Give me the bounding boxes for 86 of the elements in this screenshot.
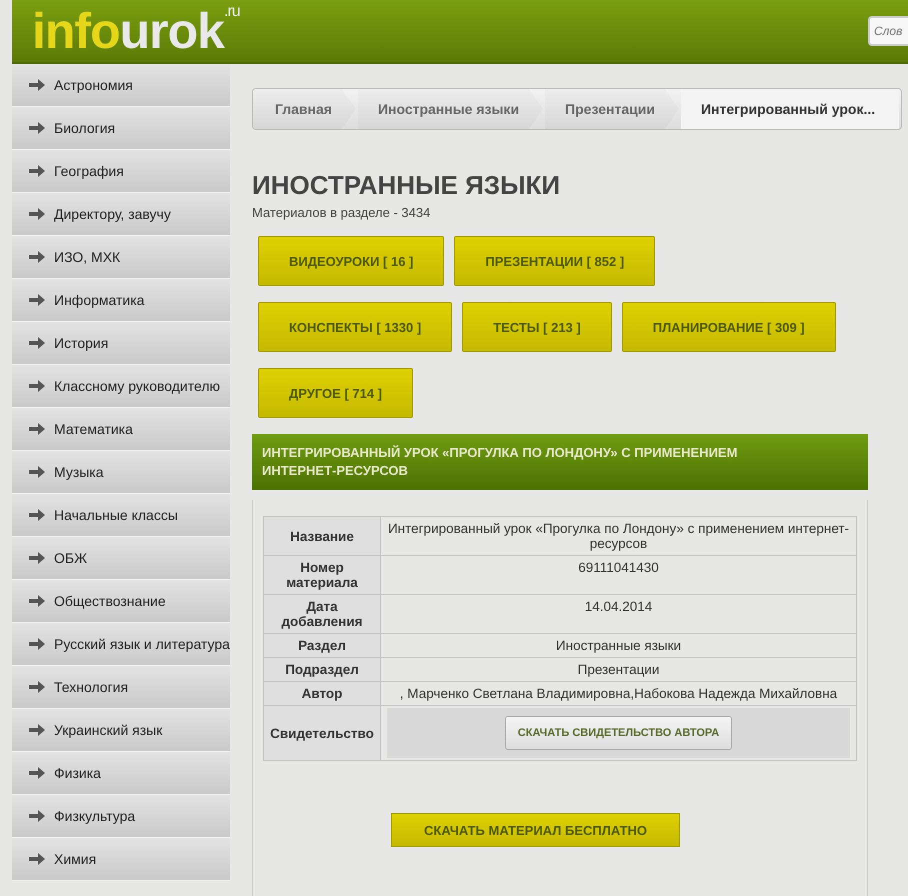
field-label: Название	[264, 516, 380, 556]
sidebar-item[interactable]: Директору, завучу	[12, 193, 230, 236]
category-button[interactable]: ВИДЕОУРОКИ [ 16 ]	[258, 236, 444, 286]
sidebar-item-label: ОБЖ	[54, 550, 88, 566]
sidebar-item[interactable]: Классному руководителю	[12, 365, 230, 408]
arrow-icon	[28, 337, 46, 349]
arrow-icon	[28, 595, 46, 607]
sidebar-item-label: Обществознание	[54, 593, 166, 609]
field-value: Презентации	[380, 658, 856, 682]
field-label: Дата добавления	[264, 594, 380, 634]
arrow-icon	[28, 165, 46, 177]
arrow-icon	[28, 810, 46, 822]
arrow-icon	[28, 638, 46, 650]
sidebar-item[interactable]: Украинский язык	[12, 709, 230, 752]
sidebar-item[interactable]: Физика	[12, 752, 230, 795]
arrow-icon	[28, 724, 46, 736]
breadcrumb-link[interactable]: Главная	[253, 89, 356, 129]
sidebar-item[interactable]: Химия	[12, 838, 230, 881]
field-label: Подраздел	[264, 658, 380, 682]
arrow-icon	[28, 466, 46, 478]
sidebar-item[interactable]: История	[12, 322, 230, 365]
sidebar-item-label: Технология	[54, 679, 128, 695]
sidebar-item[interactable]: Астрономия	[12, 64, 230, 107]
arrow-icon	[28, 423, 46, 435]
arrow-icon	[28, 509, 46, 521]
field-value: Интегрированный урок «Прогулка по Лондону» с применением интернет-ресурсов	[380, 516, 856, 556]
category-button[interactable]: ПЛАНИРОВАНИЕ [ 309 ]	[622, 302, 836, 352]
sidebar-item-label: Математика	[54, 421, 133, 437]
arrow-icon	[28, 294, 46, 306]
arrow-icon	[28, 380, 46, 392]
field-label: Номер материала	[264, 556, 380, 594]
sidebar-item[interactable]: Начальные классы	[12, 494, 230, 537]
sidebar-item-label: История	[54, 335, 108, 351]
sidebar-item[interactable]: Музыка	[12, 451, 230, 494]
download-button[interactable]: СКАЧАТЬ МАТЕРИАЛ БЕСПЛАТНО	[391, 813, 680, 847]
sidebar-item-label: Биология	[54, 120, 116, 136]
category-button[interactable]: КОНСПЕКТЫ [ 1330 ]	[258, 302, 452, 352]
field-label: Автор	[264, 682, 380, 706]
category-button[interactable]: ПРЕЗЕНТАЦИИ [ 852 ]	[454, 236, 656, 286]
arrow-icon	[28, 767, 46, 779]
breadcrumb-link[interactable]: Презентации	[545, 89, 679, 129]
field-value: , Марченко Светлана Владимировна,Набокова Надежда Михайловна	[380, 682, 856, 706]
arrow-icon	[28, 853, 46, 865]
certificate-button[interactable]: СКАЧАТЬ СВИДЕТЕЛЬСТВО АВТОРА	[504, 716, 732, 750]
section-title: ИНОСТРАННЫЕ ЯЗЫКИ	[252, 170, 562, 201]
arrow-icon	[28, 122, 46, 134]
sidebar-item-label: Информатика	[54, 292, 144, 308]
field-label: Раздел	[264, 634, 380, 658]
sidebar-item[interactable]: ОБЖ	[12, 537, 230, 580]
arrow-icon	[28, 251, 46, 263]
material-title: ИНТЕГРИРОВАННЫЙ УРОК «ПРОГУЛКА ПО ЛОНДОНУ» С ПРИМЕНЕНИЕМ ИНТЕРНЕТ-РЕСУРСОВ	[252, 434, 868, 490]
sidebar-item[interactable]: Математика	[12, 408, 230, 451]
sidebar-item[interactable]: Информатика	[12, 279, 230, 322]
sidebar-item[interactable]: Биология	[12, 107, 230, 150]
arrow-icon	[28, 681, 46, 693]
field-value: 69111041430	[380, 556, 856, 594]
material-count: Материалов в разделе - 3434	[252, 205, 432, 220]
sidebar-item-label: Директору, завучу	[54, 206, 171, 222]
breadcrumb-link[interactable]: Интегрированный урок...	[680, 89, 900, 129]
sidebar-item-label: Классному руководителю	[54, 378, 220, 394]
sidebar-item[interactable]: ИЗО, МХК	[12, 236, 230, 279]
search-field[interactable]: Слов	[868, 16, 908, 46]
sidebar-item-label: Начальные классы	[54, 507, 178, 523]
sidebar-item-label: Химия	[54, 851, 96, 867]
sidebar-item[interactable]: География	[12, 150, 230, 193]
sidebar-item-label: Украинский язык	[54, 722, 162, 738]
sidebar-item-label: ИЗО, МХК	[54, 249, 120, 265]
sidebar-item[interactable]: Технология	[12, 666, 230, 709]
sidebar-item-label: География	[54, 163, 124, 179]
sidebar-item[interactable]: Физкультура	[12, 795, 230, 838]
field-value: 14.04.2014	[380, 594, 856, 634]
category-button[interactable]: ДРУГОЕ [ 714 ]	[258, 368, 414, 418]
sidebar-item-label: Физика	[54, 765, 101, 781]
sidebar-item[interactable]: Русский язык и литература	[12, 623, 230, 666]
arrow-icon	[28, 208, 46, 220]
arrow-icon	[28, 79, 46, 91]
arrow-icon	[28, 552, 46, 564]
sidebar-item-label: Русский язык и литература	[54, 636, 230, 652]
sidebar-item-label: Музыка	[54, 464, 104, 480]
sidebar-item[interactable]: Обществознание	[12, 580, 230, 623]
sidebar-item-label: Физкультура	[54, 808, 136, 824]
category-button[interactable]: ТЕСТЫ [ 213 ]	[462, 302, 612, 352]
breadcrumb-link[interactable]: Иностранные языки	[358, 89, 544, 129]
sidebar-item-label: Астрономия	[54, 77, 133, 93]
field-value: Иностранные языки	[380, 634, 856, 658]
field-label: Свидетельство	[264, 706, 380, 760]
